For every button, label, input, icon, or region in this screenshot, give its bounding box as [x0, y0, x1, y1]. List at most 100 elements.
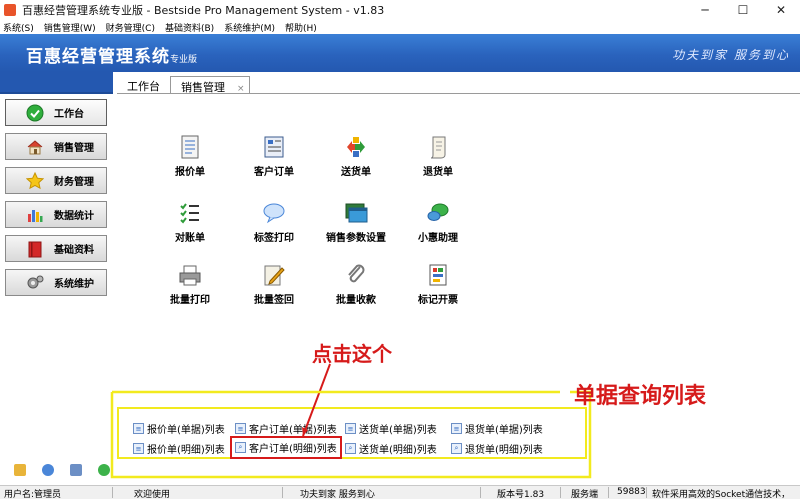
order-detail-list-link[interactable]: ⌕ 客户订单(明细)列表	[230, 436, 342, 459]
menu-bar: 系统(S) 销售管理(W) 财务管理(C) 基础资料(B) 系统维护(M) 帮助…	[0, 20, 800, 34]
list-link-label: 退货单(单据)列表	[465, 425, 543, 436]
feature-batch-collection[interactable]: 批量收款	[318, 262, 394, 306]
menu-basic-data[interactable]: 基础资料(B)	[164, 21, 215, 34]
quotation-detail-list-link[interactable]: ≡ 报价单(明细)列表	[133, 441, 225, 456]
list-doc-icon: ≡	[235, 423, 246, 434]
feature-assistant[interactable]: 小惠助理	[400, 200, 476, 244]
tray-info-icon[interactable]	[42, 464, 54, 476]
list-doc-icon: ≡	[133, 423, 144, 434]
menu-sales[interactable]: 销售管理(W)	[43, 21, 97, 34]
return-list-link[interactable]: ≡ 退货单(单据)列表	[451, 421, 543, 436]
feature-label: 报价单	[175, 167, 205, 178]
feature-label: 退货单	[423, 167, 453, 178]
brand-edition: 专业版	[170, 55, 198, 65]
sidebar-header-strip	[0, 72, 113, 94]
window-settings-icon	[343, 200, 369, 226]
menu-system[interactable]: 系统(S)	[2, 21, 35, 34]
list-search-icon: ⌕	[451, 443, 462, 454]
menu-finance[interactable]: 财务管理(C)	[105, 21, 156, 34]
feature-label: 对账单	[175, 233, 205, 244]
delivery-detail-list-link[interactable]: ⌕ 送货单(明细)列表	[345, 441, 437, 456]
sidebar-item-label: 数据统计	[54, 211, 94, 222]
scroll-icon	[425, 134, 451, 160]
star-icon	[26, 171, 44, 190]
feature-label: 小惠助理	[418, 233, 458, 244]
status-user: 用户名:管理员	[4, 490, 62, 499]
feature-label: 批量打印	[170, 295, 210, 306]
title-bar: 百惠经营管理系统专业版 - Bestside Pro Management Sy…	[0, 0, 800, 20]
brand-name: 百惠经营管理系统	[26, 47, 170, 67]
tab-sales-management[interactable]: 销售管理 ×	[170, 76, 250, 94]
feature-customer-order[interactable]: 客户订单	[236, 134, 312, 178]
list-link-label: 客户订单(明细)列表	[249, 444, 337, 455]
feature-mark-invoice[interactable]: 标记开票	[400, 262, 476, 306]
feature-label: 批量签回	[254, 295, 294, 306]
feature-return-note[interactable]: 退货单	[400, 134, 476, 178]
printer-icon	[177, 262, 203, 288]
feature-label: 销售参数设置	[326, 233, 386, 244]
window-title: 百惠经营管理系统专业版 - Bestside Pro Management Sy…	[22, 4, 385, 17]
feature-delivery-note[interactable]: 送货单	[318, 134, 394, 178]
tab-workbench[interactable]: 工作台	[117, 76, 170, 94]
annotation-list-hint: 单据查询列表	[574, 384, 707, 409]
sidebar-item-label: 系统维护	[54, 279, 94, 290]
pen-paper-icon	[261, 262, 287, 288]
feature-batch-signback[interactable]: 批量签回	[236, 262, 312, 306]
feature-label: 标签打印	[254, 233, 294, 244]
list-search-icon: ⌕	[345, 443, 356, 454]
menu-help[interactable]: 帮助(H)	[284, 21, 318, 34]
feature-label: 批量收款	[336, 295, 376, 306]
sidebar-item-label: 销售管理	[54, 143, 94, 154]
sidebar-item-label: 财务管理	[54, 177, 94, 188]
checklist-icon	[177, 200, 203, 226]
app-banner: 百惠经营管理系统专业版 功夫到家 服务到心	[0, 34, 800, 72]
document-icon	[177, 134, 203, 160]
list-link-label: 退货单(明细)列表	[465, 445, 543, 456]
sidebar-item-sales[interactable]: 销售管理	[5, 133, 107, 160]
check-circle-icon	[26, 104, 44, 122]
list-link-label: 报价单(明细)列表	[147, 445, 225, 456]
sidebar-item-label: 工作台	[54, 109, 84, 120]
feature-label-print[interactable]: 标签打印	[236, 200, 312, 244]
list-doc-icon: ≡	[345, 423, 356, 434]
list-link-label: 送货单(明细)列表	[359, 445, 437, 456]
sidebar-item-workbench[interactable]: 工作台	[5, 99, 107, 126]
order-list-link[interactable]: ≡ 客户订单(单据)列表	[235, 421, 337, 436]
list-link-label: 报价单(单据)列表	[147, 425, 225, 436]
sidebar-item-basic-data[interactable]: 基础资料	[5, 235, 107, 262]
book-icon	[26, 240, 44, 258]
brand-title: 百惠经营管理系统专业版	[26, 42, 197, 67]
status-motto: 功夫到家 服务到心	[300, 490, 375, 499]
status-bar: 用户名:管理员 欢迎使用 功夫到家 服务到心 版本号1.83 服务端 59883…	[0, 485, 800, 499]
minimize-button[interactable]: ─	[686, 0, 724, 20]
feature-quotation[interactable]: 报价单	[152, 134, 228, 178]
sidebar-item-finance[interactable]: 财务管理	[5, 167, 107, 194]
bar-chart-icon	[26, 206, 44, 224]
status-version: 版本号1.83	[497, 490, 545, 499]
return-detail-list-link[interactable]: ⌕ 退货单(明细)列表	[451, 441, 543, 456]
sidebar-item-maintenance[interactable]: 系统维护	[5, 269, 107, 296]
tray-edit-icon[interactable]	[14, 464, 26, 476]
close-button[interactable]: ✕	[762, 0, 800, 20]
invoice-icon	[425, 262, 451, 288]
tray-window-icon[interactable]	[70, 464, 82, 476]
house-icon	[26, 138, 44, 156]
annotation-click-hint: 点击这个	[312, 342, 392, 366]
feature-sales-settings[interactable]: 销售参数设置	[318, 200, 394, 244]
status-port: 59883	[617, 487, 646, 497]
delivery-list-link[interactable]: ≡ 送货单(单据)列表	[345, 421, 437, 436]
maximize-button[interactable]: ☐	[724, 0, 762, 20]
sidebar-item-label: 基础资料	[54, 245, 94, 256]
sidebar-item-statistics[interactable]: 数据统计	[5, 201, 107, 228]
feature-statement[interactable]: 对账单	[152, 200, 228, 244]
feature-label: 客户订单	[254, 167, 294, 178]
feature-batch-print[interactable]: 批量打印	[152, 262, 228, 306]
tray-refresh-icon[interactable]	[98, 464, 110, 476]
banner-slogan: 功夫到家 服务到心	[672, 48, 790, 62]
delivery-arrows-icon	[343, 134, 369, 160]
chat-bubbles-icon	[425, 200, 451, 226]
status-server: 服务端	[571, 490, 599, 499]
speech-bubble-icon	[261, 200, 287, 226]
menu-maintenance[interactable]: 系统维护(M)	[223, 21, 276, 34]
quotation-list-link[interactable]: ≡ 报价单(单据)列表	[133, 421, 225, 436]
